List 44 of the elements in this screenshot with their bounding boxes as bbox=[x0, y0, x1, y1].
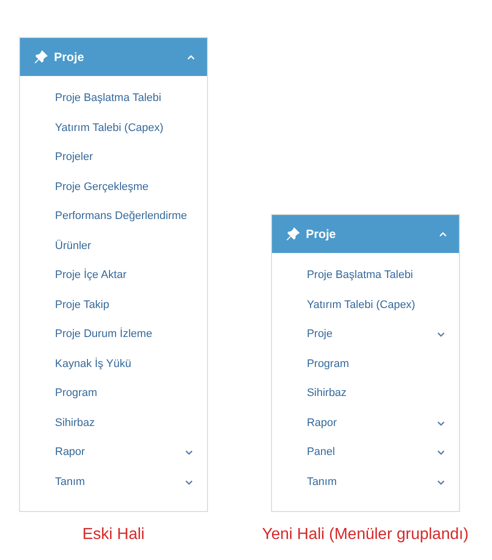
pin-icon bbox=[286, 227, 300, 241]
menu-header[interactable]: Proje bbox=[272, 215, 459, 253]
menu-item[interactable]: Proje Takip bbox=[20, 290, 207, 320]
menu-group-item[interactable]: Tanım bbox=[272, 468, 459, 497]
menu-item[interactable]: Sihirbaz bbox=[272, 379, 459, 408]
chevron-down-icon bbox=[436, 420, 445, 426]
chevron-down-icon bbox=[436, 450, 445, 456]
menu-title: Proje bbox=[306, 227, 337, 241]
menu-item[interactable]: Projeler bbox=[20, 143, 207, 172]
menu-item[interactable]: Proje Başlatma Talebi bbox=[272, 261, 459, 290]
menu-group-label: Rapor bbox=[55, 446, 85, 460]
caption: Eski Hali bbox=[82, 526, 145, 544]
chevron-up-icon bbox=[187, 54, 195, 60]
menu-item[interactable]: Ürünler bbox=[20, 232, 207, 261]
pin-icon bbox=[34, 50, 48, 64]
chevron-down-icon bbox=[185, 480, 193, 485]
menu-item[interactable]: Kaynak İş Yükü bbox=[20, 350, 207, 379]
menu-group-label: Panel bbox=[306, 446, 335, 460]
menu-group-label: Tanım bbox=[55, 476, 85, 489]
chevron-up-icon bbox=[438, 232, 447, 236]
menu-item[interactable]: Performans Değerlendirme bbox=[20, 202, 207, 232]
menu-group-item[interactable]: Rapor bbox=[272, 408, 459, 438]
menu-item[interactable]: Proje İçe Aktar bbox=[20, 261, 207, 290]
menu-item[interactable]: Proje Gerçekleşme bbox=[20, 172, 207, 202]
menu-item[interactable]: Yatırım Talebi (Capex) bbox=[272, 290, 459, 320]
menu-item[interactable]: Program bbox=[272, 350, 459, 379]
menu-item[interactable]: Yatırım Talebi (Capex) bbox=[20, 114, 207, 143]
menu-group-item[interactable]: Panel bbox=[272, 438, 459, 468]
menu-header[interactable]: Proje bbox=[20, 38, 207, 76]
chevron-down-icon bbox=[436, 480, 445, 485]
menu-group-item[interactable]: Rapor bbox=[20, 438, 207, 468]
menu-group-label: Proje bbox=[306, 328, 332, 342]
caption: Yeni Hali (Menüler gruplandı) bbox=[262, 526, 469, 544]
menu-item[interactable]: Program bbox=[20, 379, 207, 408]
menu-group-item[interactable]: Proje bbox=[272, 320, 459, 350]
menu-title: Proje bbox=[54, 50, 86, 64]
menu-group-item[interactable]: Tanım bbox=[20, 468, 207, 497]
menu-item[interactable]: Proje Durum İzleme bbox=[20, 320, 207, 350]
chevron-down-icon bbox=[436, 332, 445, 338]
menu-item[interactable]: Sihirbaz bbox=[20, 408, 207, 438]
menu-group-label: Rapor bbox=[306, 416, 337, 430]
menu-item[interactable]: Proje Başlatma Talebi bbox=[20, 84, 207, 114]
menu-group-label: Tanım bbox=[306, 476, 337, 489]
chevron-down-icon bbox=[185, 450, 193, 456]
